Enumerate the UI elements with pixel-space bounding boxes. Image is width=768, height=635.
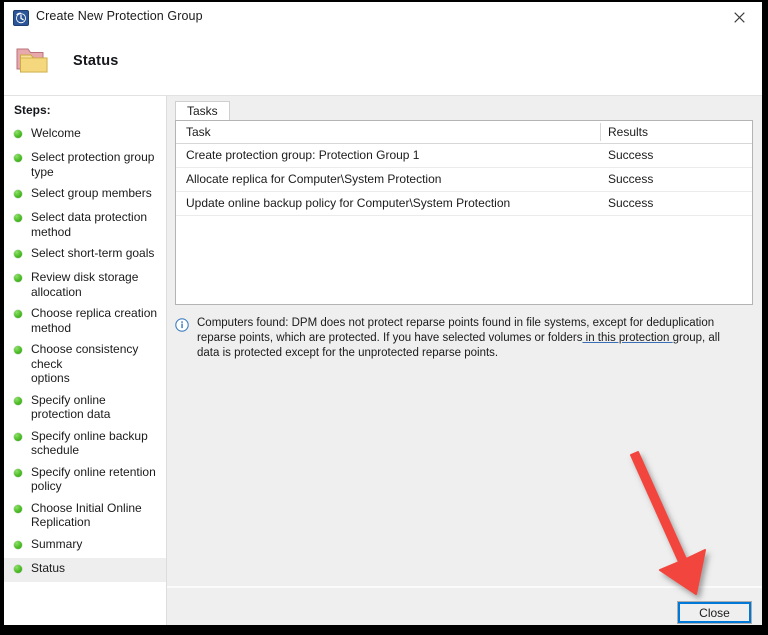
- task-name: Update online backup policy for Computer…: [186, 196, 511, 210]
- step-label: Choose Initial Online Replication: [31, 500, 142, 530]
- step-label: Select data protection method: [31, 210, 148, 239]
- step-label: Specify online retention policy: [31, 464, 156, 494]
- page-header: Status: [4, 33, 762, 96]
- step-status-bullet-icon: [14, 346, 22, 354]
- task-result: Success: [608, 196, 654, 210]
- step-status-bullet-icon: [14, 130, 22, 138]
- step-label: Specify online backup schedule: [31, 428, 148, 458]
- sidebar-item-summary[interactable]: Summary: [4, 534, 166, 558]
- column-divider[interactable]: [600, 123, 601, 141]
- footer-divider: [167, 586, 762, 588]
- step-status-bullet-icon: [14, 250, 22, 258]
- folder-icon: [15, 45, 51, 77]
- column-header-task[interactable]: Task: [186, 125, 211, 139]
- sidebar-item-select-short-term-goals[interactable]: Select short-term goals: [4, 243, 166, 267]
- table-row[interactable]: Create protection group: Protection Grou…: [176, 144, 752, 168]
- task-name: Create protection group: Protection Grou…: [186, 148, 420, 162]
- dpm-recovery-clock-icon: [13, 10, 29, 26]
- tab-strip: Tasks: [167, 101, 762, 120]
- sidebar-item-specify-online-retention-policy[interactable]: Specify online retention policy: [4, 462, 166, 498]
- task-name: Allocate replica for Computer\System Pro…: [186, 172, 442, 186]
- table-row[interactable]: Allocate replica for Computer\System Pro…: [176, 168, 752, 192]
- step-label: Choose consistency check options: [31, 342, 139, 385]
- sidebar-item-specify-online-backup-schedule[interactable]: Specify online backup schedule: [4, 426, 166, 462]
- info-text-highlight: in this protection: [582, 332, 673, 344]
- sidebar-item-choose-replica-creation-method[interactable]: Choose replica creation method: [4, 303, 166, 339]
- step-status-bullet-icon: [14, 564, 22, 573]
- tab-tasks[interactable]: Tasks: [175, 101, 230, 120]
- close-button[interactable]: Close: [677, 601, 752, 624]
- column-header-results[interactable]: Results: [608, 125, 648, 139]
- sidebar-item-welcome[interactable]: Welcome: [4, 123, 166, 147]
- step-label: Choose replica creation method: [31, 306, 158, 335]
- step-status-bullet-icon: [14, 154, 22, 162]
- sidebar-item-specify-online-protection-data[interactable]: Specify online protection data: [4, 390, 166, 426]
- step-status-bullet-icon: [14, 214, 22, 222]
- step-status-bullet-icon: [14, 190, 22, 198]
- step-label: Specify online protection data: [31, 392, 111, 422]
- close-x-glyph: [733, 12, 745, 23]
- step-label: Select group members: [31, 186, 152, 200]
- table-header-row: Task Results: [176, 121, 752, 144]
- steps-heading: Steps:: [14, 103, 51, 117]
- create-protection-group-dialog: Create New Protection Group Status Steps…: [4, 2, 762, 625]
- close-icon[interactable]: [716, 2, 762, 33]
- step-label: Summary: [31, 536, 83, 551]
- table-row[interactable]: Update online backup policy for Computer…: [176, 192, 752, 216]
- step-status-bullet-icon: [14, 274, 22, 282]
- step-status-bullet-icon: [14, 310, 22, 318]
- task-result: Success: [608, 148, 654, 162]
- sidebar-item-select-group-members[interactable]: Select group members: [4, 183, 166, 207]
- title-bar: Create New Protection Group: [4, 2, 762, 33]
- step-status-bullet-icon: [14, 396, 22, 405]
- sidebar-item-select-data-protection-method[interactable]: Select data protection method: [4, 207, 166, 243]
- sidebar-item-review-disk-storage-allocation[interactable]: Review disk storage allocation: [4, 267, 166, 303]
- step-label: Welcome: [31, 126, 81, 140]
- steps-list: Welcome Select protection group type Sel…: [4, 123, 166, 582]
- page-title: Status: [73, 53, 119, 69]
- step-label: Select short-term goals: [31, 246, 155, 260]
- sidebar-item-choose-initial-online-replication[interactable]: Choose Initial Online Replication: [4, 498, 166, 534]
- step-status-bullet-icon: [14, 540, 22, 549]
- step-status-bullet-icon: [14, 504, 22, 513]
- step-status-bullet-icon: [14, 432, 22, 441]
- tasks-table: Task Results Create protection group: Pr…: [175, 120, 753, 305]
- sidebar-item-select-protection-group-type[interactable]: Select protection group type: [4, 147, 166, 183]
- step-status-bullet-icon: [14, 468, 22, 477]
- window-title: Create New Protection Group: [36, 9, 203, 23]
- info-icon: [175, 318, 189, 332]
- main-content: Tasks Task Results Create protection gro…: [167, 96, 762, 625]
- task-result: Success: [608, 172, 654, 186]
- info-message-text: Computers found: DPM does not protect re…: [197, 316, 745, 361]
- step-label: Status: [31, 560, 66, 575]
- sidebar-item-choose-consistency-check-options[interactable]: Choose consistency check options: [4, 339, 166, 390]
- steps-sidebar: Steps: Welcome Select protection group t…: [4, 96, 166, 625]
- step-label: Review disk storage allocation: [31, 270, 139, 299]
- step-label: Select protection group type: [31, 150, 155, 179]
- sidebar-item-status[interactable]: Status: [4, 557, 166, 582]
